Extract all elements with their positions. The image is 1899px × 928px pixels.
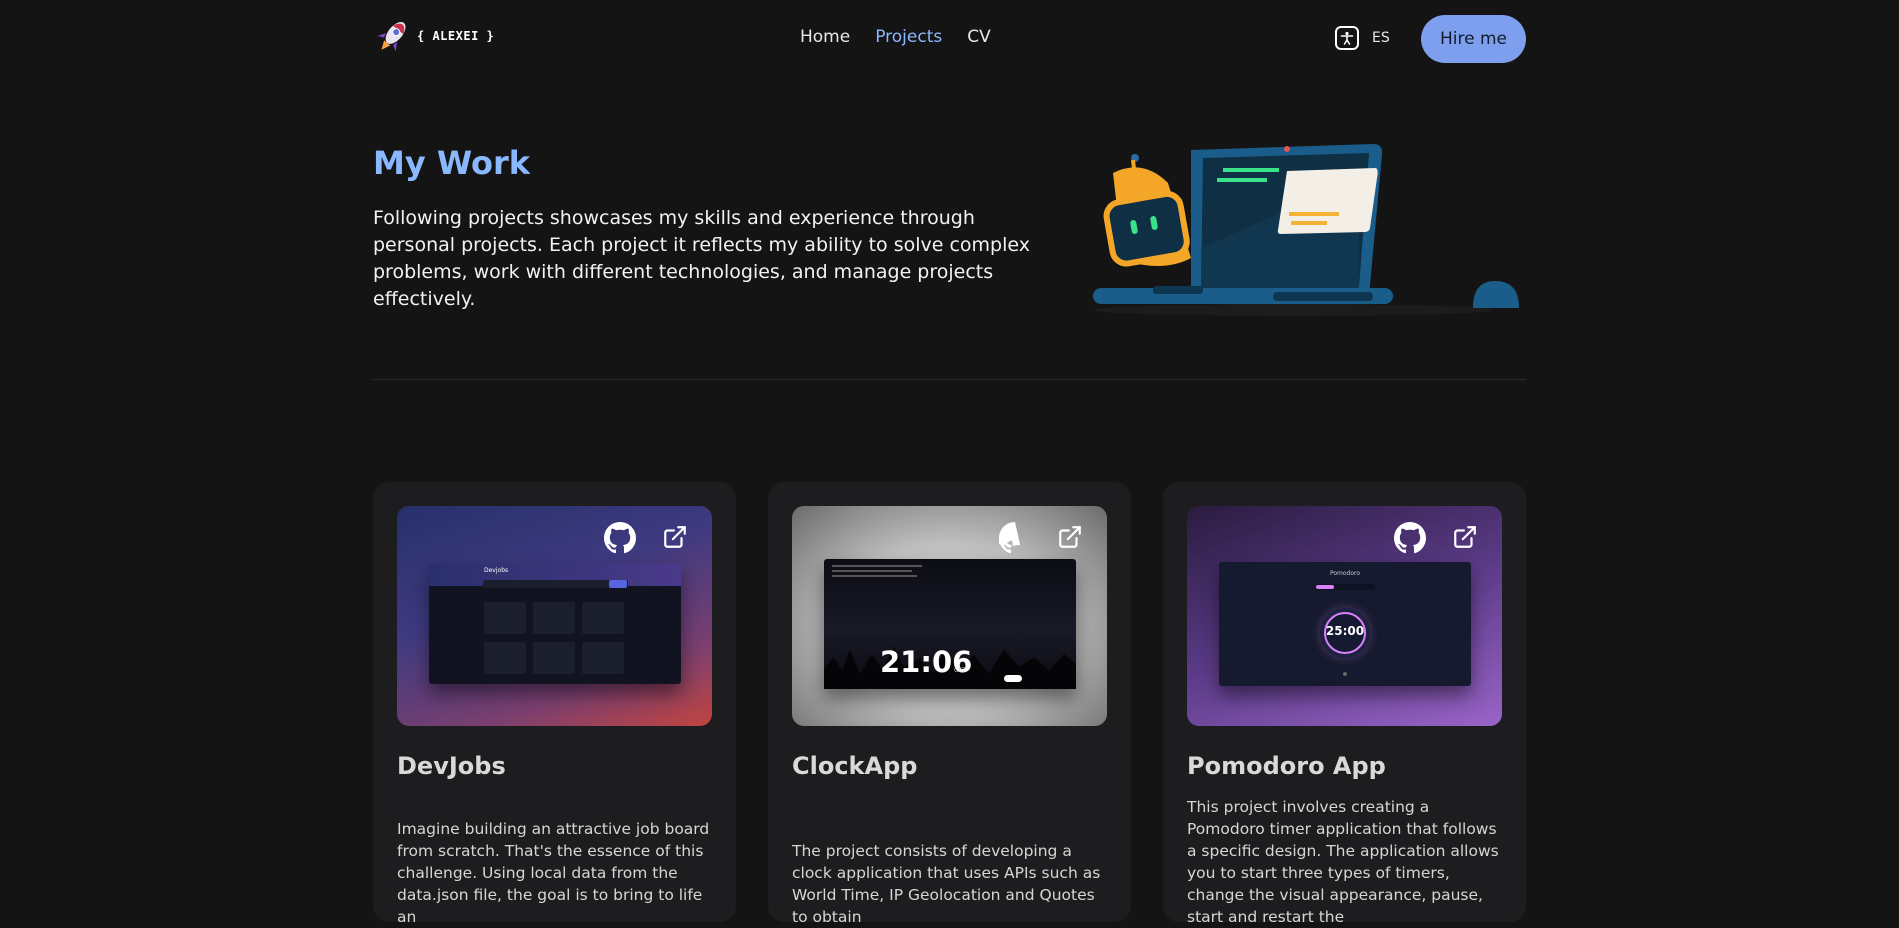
github-icon[interactable] bbox=[604, 522, 636, 554]
logo-text: { ALEXEI } bbox=[417, 29, 495, 43]
section-divider bbox=[373, 379, 1526, 380]
project-title: DevJobs bbox=[397, 752, 506, 780]
project-thumbnail[interactable]: Devjobs bbox=[397, 506, 712, 726]
project-thumbnail[interactable]: 21:06 CET bbox=[792, 506, 1107, 726]
hire-me-button[interactable]: Hire me bbox=[1421, 15, 1526, 63]
project-description: Imagine building an attractive job board… bbox=[397, 820, 710, 926]
external-link-icon[interactable] bbox=[662, 524, 688, 550]
project-card-devjobs: Devjobs DevJobs Imagine building an attr… bbox=[373, 482, 736, 926]
logo[interactable]: { ALEXEI } bbox=[373, 16, 494, 56]
project-title: Pomodoro App bbox=[1187, 752, 1386, 780]
clockapp-mockup: 21:06 CET bbox=[824, 559, 1076, 689]
project-card-pomodoro: Pomodoro 25:00 Pomodoro App This project… bbox=[1163, 482, 1526, 926]
pomodoro-time: 25:00 bbox=[1325, 624, 1365, 638]
pomodoro-mockup-title: Pomodoro bbox=[1329, 570, 1361, 577]
accessibility-icon bbox=[1340, 31, 1354, 45]
hero-description: Following projects showcases my skills a… bbox=[373, 207, 1030, 310]
pomodoro-mockup: Pomodoro 25:00 bbox=[1219, 562, 1471, 686]
devjobs-mockup-logo: Devjobs bbox=[484, 567, 509, 574]
nav-link-home[interactable]: Home bbox=[800, 27, 850, 47]
project-description: The project consists of developing a clo… bbox=[792, 842, 1101, 926]
page-title: My Work bbox=[373, 144, 531, 182]
rocket-icon bbox=[377, 22, 406, 52]
project-description: This project involves creating a Pomodor… bbox=[1187, 798, 1499, 926]
robot-laptop-illustration bbox=[1093, 144, 1519, 316]
top-nav: { ALEXEI } Home Projects CV ES Hire me bbox=[373, 0, 1526, 76]
github-icon[interactable] bbox=[1394, 522, 1426, 554]
external-link-icon[interactable] bbox=[1452, 524, 1478, 550]
project-title: ClockApp bbox=[792, 752, 918, 780]
nav-link-cv[interactable]: CV bbox=[967, 27, 991, 47]
nav-links: Home Projects CV bbox=[800, 27, 1016, 47]
clock-timezone: CET bbox=[954, 667, 966, 674]
language-toggle[interactable]: ES bbox=[1372, 30, 1390, 46]
external-link-icon[interactable] bbox=[1057, 524, 1083, 550]
project-thumbnail[interactable]: Pomodoro 25:00 bbox=[1187, 506, 1502, 726]
devjobs-mockup: Devjobs bbox=[429, 564, 681, 684]
nav-link-projects[interactable]: Projects bbox=[875, 27, 942, 47]
project-card-clockapp: 21:06 CET ClockApp The project consists … bbox=[768, 482, 1131, 926]
github-icon[interactable] bbox=[999, 522, 1031, 554]
accessibility-button[interactable] bbox=[1335, 26, 1359, 50]
